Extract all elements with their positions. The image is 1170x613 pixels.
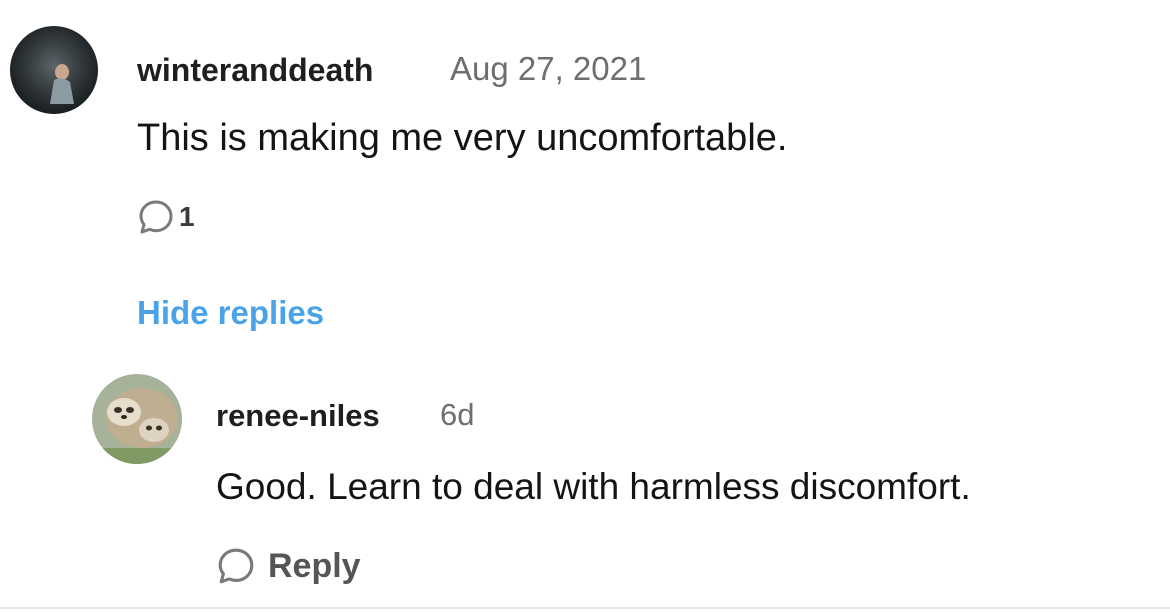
reply-button-label: Reply bbox=[268, 546, 361, 585]
divider bbox=[0, 607, 1170, 609]
avatar-renee-niles[interactable] bbox=[92, 374, 182, 464]
reply-text: Good. Learn to deal with harmless discom… bbox=[216, 466, 971, 507]
comment-text: This is making me very uncomfortable. bbox=[137, 117, 788, 159]
reply-timestamp: 6d bbox=[440, 397, 475, 432]
comment-reply-count: 1 bbox=[179, 201, 195, 232]
speech-bubble-icon bbox=[137, 198, 175, 236]
comment-timestamp: Aug 27, 2021 bbox=[450, 50, 647, 87]
comment-replies-button[interactable]: 1 bbox=[137, 198, 195, 236]
reply-username[interactable]: renee-niles bbox=[216, 398, 380, 434]
hide-replies-link[interactable]: Hide replies bbox=[137, 294, 324, 332]
reply-button[interactable]: Reply bbox=[216, 546, 361, 586]
avatar-winteranddeath[interactable] bbox=[10, 26, 98, 114]
comment-username[interactable]: winteranddeath bbox=[137, 52, 373, 89]
speech-bubble-icon bbox=[216, 546, 256, 586]
